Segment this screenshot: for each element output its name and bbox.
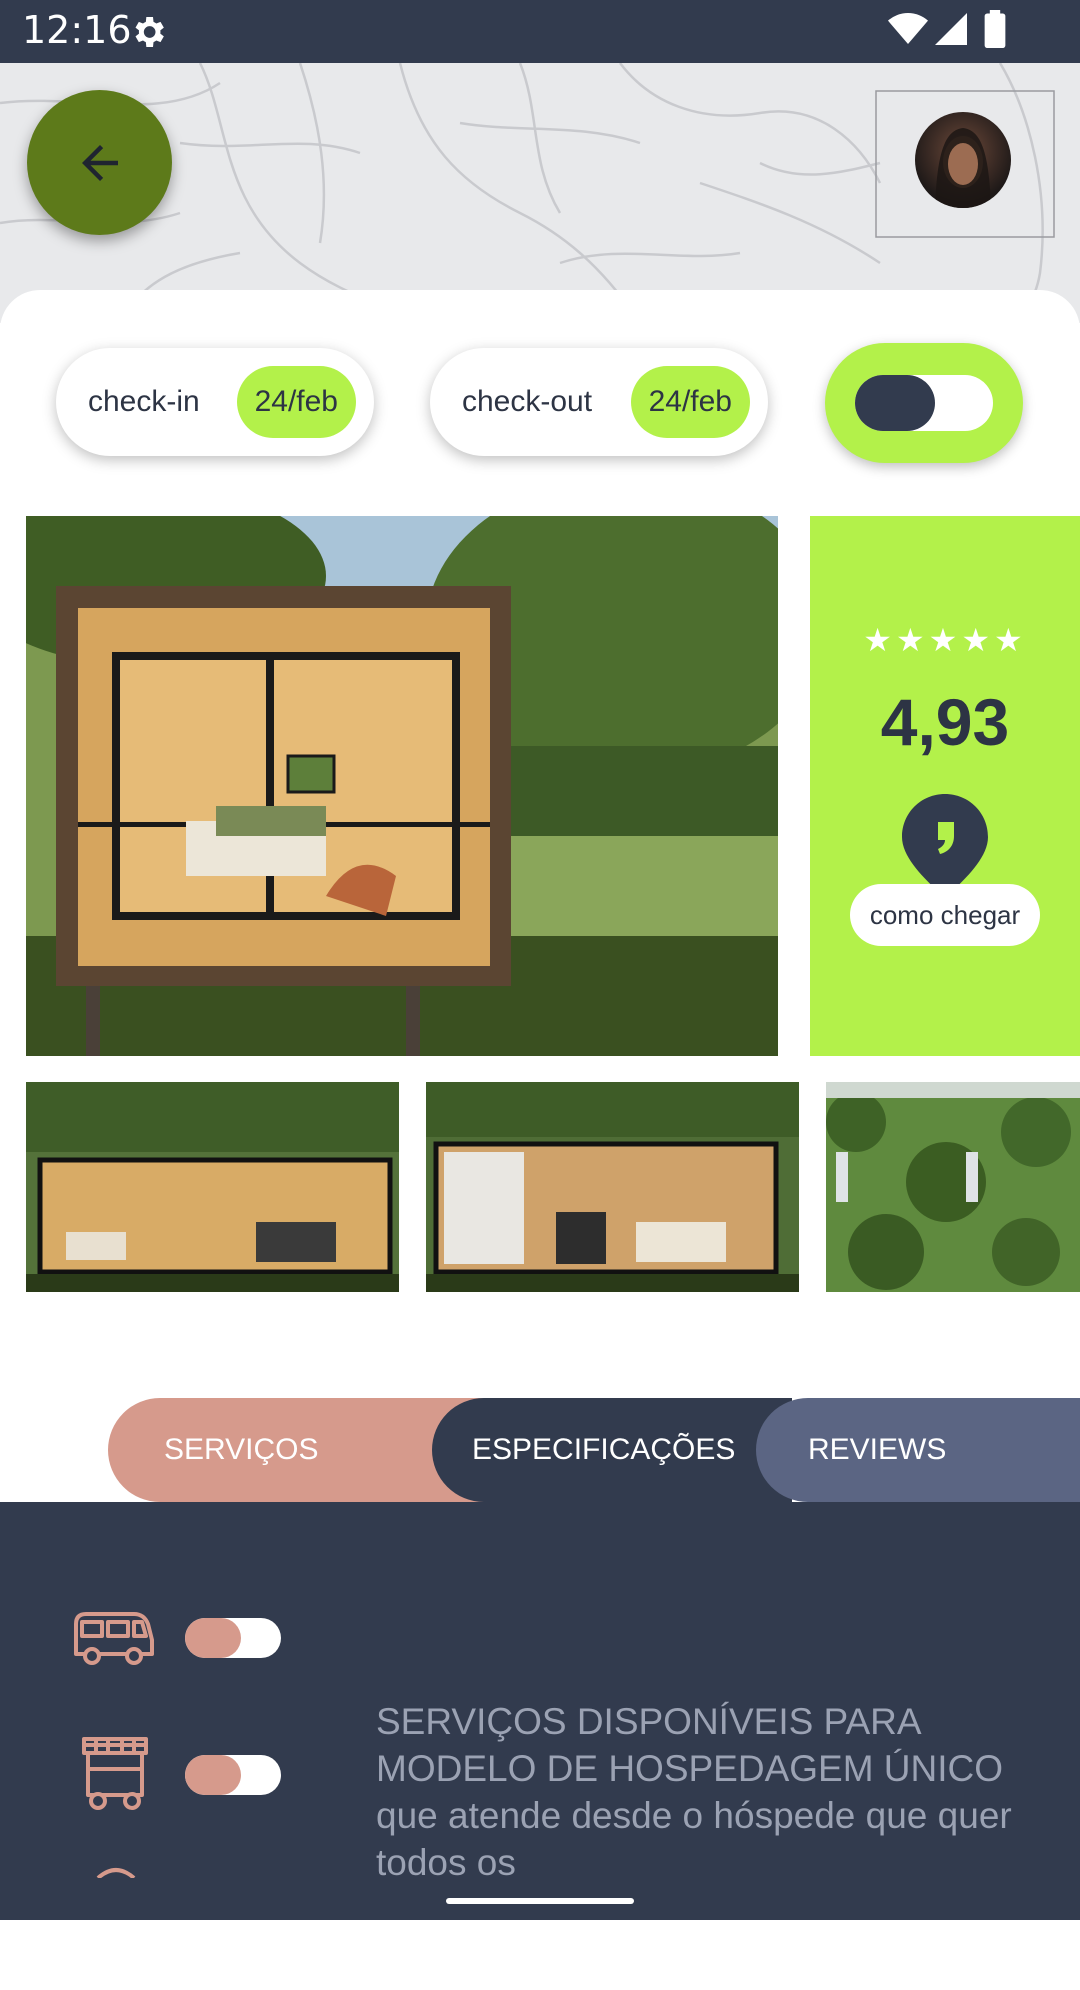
rating-stars: ★★★★★ — [863, 621, 1027, 659]
thumbnail-1[interactable] — [26, 1082, 399, 1292]
services-description: SERVIÇOS DISPONÍVEIS PARA MODELO DE HOSP… — [376, 1701, 1012, 1876]
wifi-icon — [888, 13, 928, 44]
avatar[interactable] — [915, 112, 1011, 208]
thumbnail-3[interactable] — [826, 1082, 1080, 1292]
bus-service-toggle-knob — [185, 1618, 241, 1658]
food-cart-icon — [82, 1737, 148, 1810]
thumbnail-2-image — [426, 1082, 799, 1292]
tab-especificacoes-label: ESPECIFICAÇÕES — [472, 1433, 736, 1466]
cabin-main-photo[interactable] — [26, 516, 778, 1056]
thumbnail-2[interactable] — [426, 1082, 799, 1292]
home-indicator[interactable] — [446, 1898, 634, 1904]
status-time: 12:16 — [22, 8, 132, 52]
back-button[interactable] — [27, 90, 172, 235]
checkout-label: check-out — [462, 385, 593, 418]
rating-score: 4,93 — [880, 685, 1010, 759]
location-pin-icon — [902, 794, 988, 898]
back-arrow-icon — [81, 144, 118, 181]
thumbnail-3-image — [826, 1082, 1080, 1292]
tab-especificacoes[interactable]: ESPECIFICAÇÕES — [432, 1398, 792, 1502]
checkout-date[interactable]: 24/feb — [630, 366, 750, 438]
toggle-switch[interactable] — [825, 343, 1023, 463]
tab-servicos-label: SERVIÇOS — [164, 1433, 319, 1466]
bus-service-toggle[interactable] — [185, 1618, 281, 1658]
avatar-image — [935, 128, 991, 208]
checkout-pill[interactable]: check-out 24/feb — [430, 348, 768, 456]
tab-reviews-label: REVIEWS — [808, 1433, 947, 1466]
partial-service-icon — [96, 1868, 136, 1878]
tab-reviews[interactable]: REVIEWS — [756, 1398, 1080, 1502]
battery-icon — [984, 10, 1006, 48]
signal-icon — [935, 13, 967, 45]
rating-card: ★★★★★ 4,93 como chegar — [810, 516, 1080, 1056]
checkin-pill[interactable]: check-in 24/feb — [56, 348, 374, 456]
food-cart-service-toggle[interactable] — [185, 1755, 281, 1795]
food-cart-service-toggle-knob — [185, 1755, 241, 1795]
settings-icon — [135, 17, 164, 47]
checkin-date[interactable]: 24/feb — [236, 366, 356, 438]
cabin-illustration — [26, 516, 778, 1056]
status-bar: 12:16 — [0, 0, 1080, 63]
directions-button[interactable]: como chegar — [850, 884, 1040, 946]
bus-icon — [74, 1612, 154, 1665]
toggle-knob — [855, 375, 935, 431]
checkin-label: check-in — [88, 385, 200, 418]
thumbnail-1-image — [26, 1082, 399, 1292]
